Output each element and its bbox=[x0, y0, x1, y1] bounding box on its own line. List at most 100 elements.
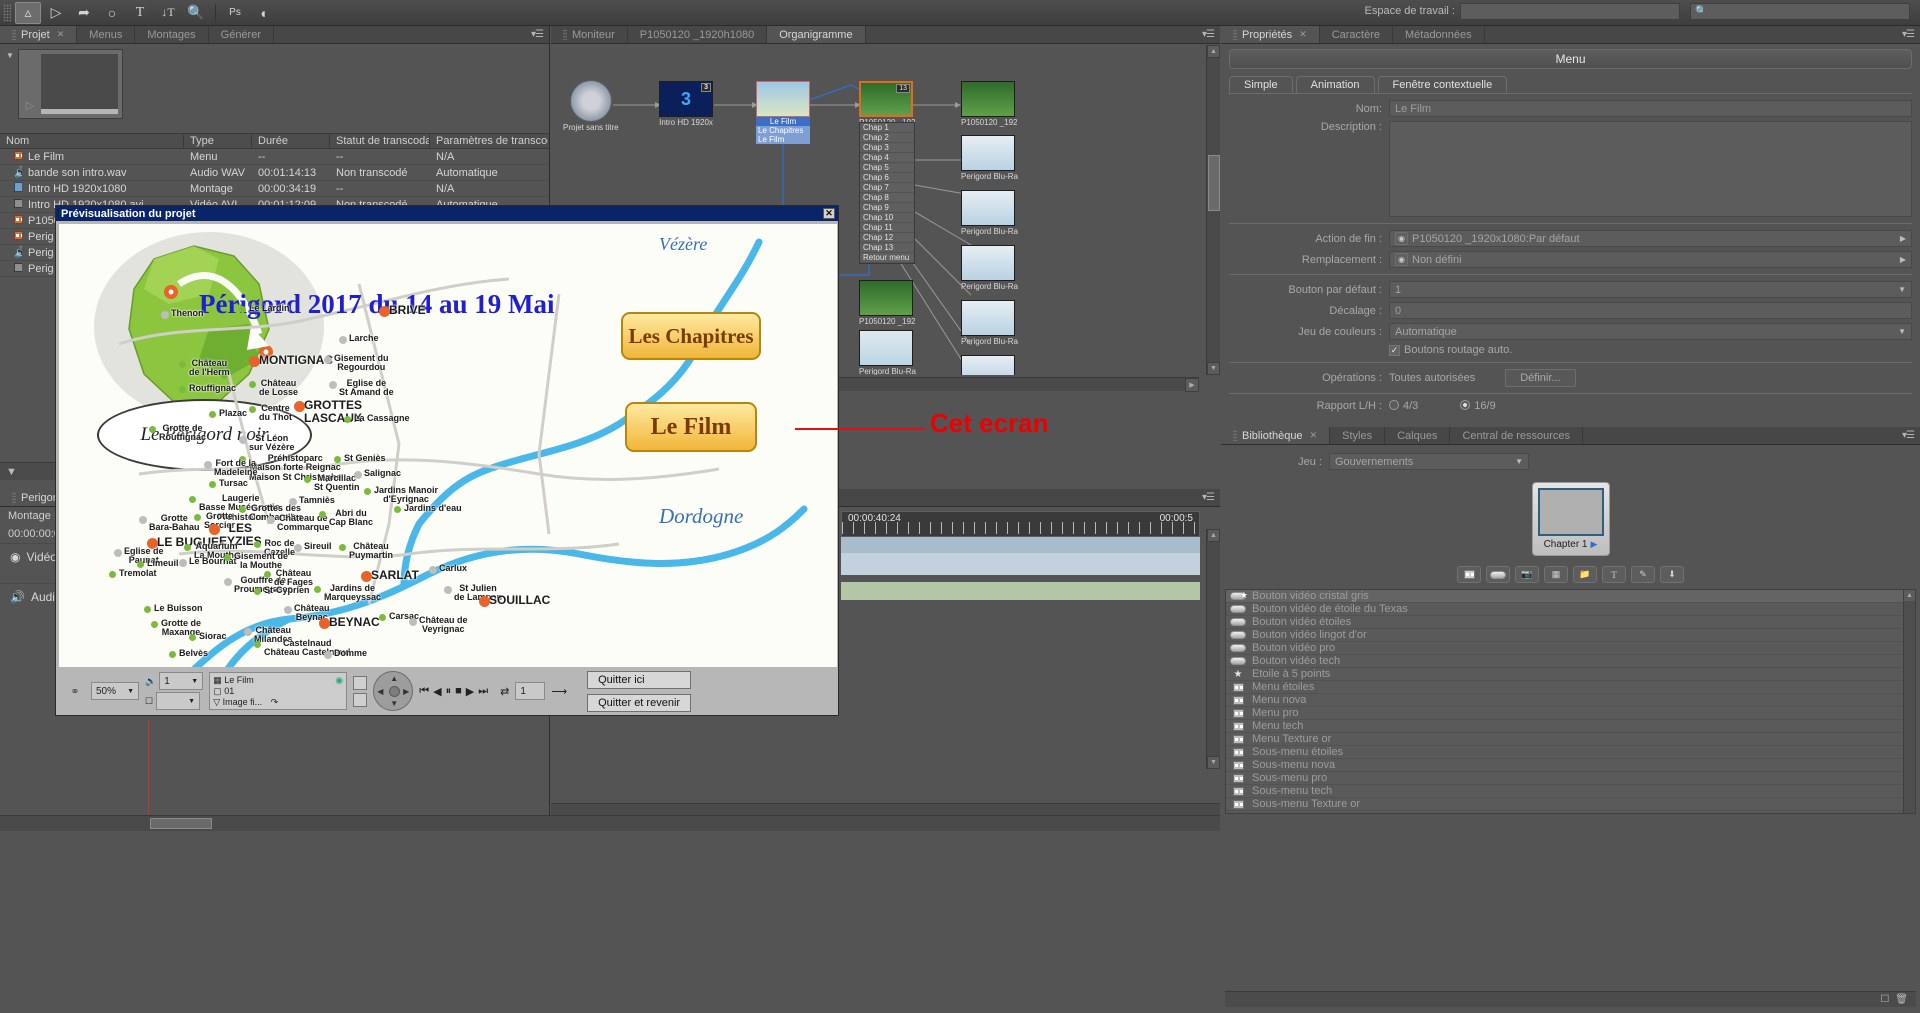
list-item[interactable]: Sous-menu étoiles bbox=[1226, 746, 1915, 759]
chapter-preview-card[interactable]: Chapter 1 ▶ bbox=[1532, 482, 1610, 556]
chapter-item[interactable]: Chap 4 bbox=[860, 153, 914, 163]
list-item[interactable]: Bouton vidéo pro bbox=[1226, 642, 1915, 655]
frame-input[interactable]: 1 bbox=[515, 682, 545, 700]
scroll-right-icon[interactable]: ▶ bbox=[1185, 378, 1199, 392]
workspace-select[interactable] bbox=[1460, 3, 1680, 20]
list-item[interactable]: Bouton vidéo tech bbox=[1226, 655, 1915, 668]
timeline-track-audio[interactable] bbox=[841, 582, 1200, 600]
chevron-down-icon[interactable]: ▼ bbox=[1515, 457, 1523, 466]
background-icon[interactable]: ▦ bbox=[1544, 566, 1568, 583]
chevron-right-icon[interactable]: ▶ bbox=[1900, 255, 1906, 264]
timeline-ruler[interactable]: 00:00:40:24 00:00:5 bbox=[841, 511, 1200, 537]
list-item[interactable]: Menu Texture or bbox=[1226, 733, 1915, 746]
play-icon[interactable]: ▶ bbox=[466, 685, 474, 698]
selection-tool-icon[interactable]: ▵ bbox=[15, 2, 41, 24]
flow-chapter-list[interactable]: Chap 1 Chap 2 Chap 3 Chap 4 Chap 5 Chap … bbox=[859, 122, 915, 264]
chapter-item[interactable]: Chap 1 bbox=[860, 123, 914, 133]
rotate-tool-icon[interactable]: ○ bbox=[99, 2, 125, 24]
col-params[interactable]: Paramètres de transcodage DVD bbox=[430, 133, 548, 149]
chapter-item[interactable]: Retour menu bbox=[860, 253, 914, 263]
jeu-select[interactable]: Gouvernements ▼ bbox=[1329, 453, 1529, 470]
table-row[interactable]: Intro HD 1920x1080 Montage 00:00:34:19 -… bbox=[0, 181, 549, 197]
flow-node-project[interactable]: Projet sans titre bbox=[563, 80, 619, 132]
bottom-scrollbar[interactable] bbox=[0, 815, 1220, 831]
timeline-vscrollbar[interactable]: ▲ ▼ bbox=[1206, 529, 1220, 769]
flow-node-p1050120[interactable]: 13 P1050120 _192 bbox=[859, 81, 916, 127]
tab-projet[interactable]: Projet ✕ bbox=[0, 26, 77, 43]
scroll-down-icon[interactable]: ▼ bbox=[1207, 362, 1220, 375]
stop-icon[interactable]: ■ bbox=[455, 685, 462, 697]
tab-organigramme[interactable]: Organigramme bbox=[767, 26, 865, 43]
download-icon[interactable]: ⬇ bbox=[1660, 566, 1684, 583]
flow-node-p1050120-b[interactable]: P1050120 _192 bbox=[859, 280, 916, 326]
play-icon[interactable]: ▷ bbox=[19, 50, 41, 118]
tab-p1050120[interactable]: P1050120 _1920h1080 bbox=[628, 26, 767, 43]
tab-menus[interactable]: Menus bbox=[77, 26, 135, 43]
flow-node-perigord-map[interactable]: Perigord Blu-Ra bbox=[859, 330, 916, 375]
flow-node-right-3[interactable]: Perigord Blu-Ra bbox=[961, 245, 1018, 291]
chapter-item[interactable]: Chap 12 bbox=[860, 233, 914, 243]
list-item[interactable]: Menu étoiles bbox=[1226, 681, 1915, 694]
panel-menu-icon[interactable]: ▾☰ bbox=[1202, 29, 1214, 40]
chevron-down-icon[interactable]: ▼ bbox=[127, 688, 134, 695]
quitter-et-revenir-button[interactable]: Quitter et revenir bbox=[587, 694, 691, 712]
pen-icon[interactable]: ✎ bbox=[1631, 566, 1655, 583]
list-item[interactable]: ★ Etoile à 5 points bbox=[1226, 668, 1915, 681]
scroll-thumb[interactable] bbox=[150, 818, 212, 829]
forward-icon[interactable]: ⟶ bbox=[551, 685, 567, 698]
preview-dialog[interactable]: Prévisualisation du projet ✕ Le Périgord… bbox=[55, 205, 839, 716]
table-row[interactable]: Le Film Menu -- -- N/A bbox=[0, 149, 549, 165]
vertical-text-tool-icon[interactable]: ↓T bbox=[155, 2, 181, 24]
scroll-up-icon[interactable]: ▲ bbox=[1207, 45, 1220, 58]
list-item[interactable]: Menu nova bbox=[1226, 694, 1915, 707]
down-icon[interactable]: ▼ bbox=[390, 699, 398, 708]
dialog-titlebar[interactable]: Prévisualisation du projet ✕ bbox=[56, 206, 838, 221]
list-item[interactable]: ★ Bouton vidéo cristal gris bbox=[1226, 590, 1915, 603]
search-input[interactable]: 🔍 bbox=[1690, 3, 1910, 20]
chapter-item[interactable]: Chap 5 bbox=[860, 163, 914, 173]
jeu-couleurs-select[interactable]: Automatique ▼ bbox=[1389, 323, 1912, 340]
close-icon[interactable]: ✕ bbox=[1299, 29, 1307, 40]
subtitle-row[interactable]: ☐ ▼ bbox=[145, 692, 203, 710]
menu-preview-canvas[interactable]: Le Périgord noir bbox=[59, 224, 837, 667]
tab-proprietes[interactable]: Propriétés ✕ bbox=[1221, 26, 1320, 43]
button-les-chapitres[interactable]: Les Chapitres bbox=[621, 312, 761, 360]
pause-icon[interactable]: ⏸ bbox=[446, 685, 452, 698]
flow-node-le-film[interactable]: Le Film Le Chapitres Le Film bbox=[756, 81, 810, 144]
timeline-track-video-head[interactable] bbox=[841, 537, 1200, 553]
dpad-navigation[interactable]: ▲ ▼ ◀ ▶ bbox=[373, 671, 413, 711]
aspect-button[interactable] bbox=[353, 676, 367, 690]
list-item[interactable]: Sous-menu tech bbox=[1226, 785, 1915, 798]
panel-menu-icon[interactable]: ▾☰ bbox=[531, 29, 543, 40]
enter-button[interactable] bbox=[389, 686, 400, 697]
toolbar-grip[interactable] bbox=[3, 4, 11, 22]
close-icon[interactable]: ✕ bbox=[823, 208, 835, 219]
close-icon[interactable]: ✕ bbox=[1310, 430, 1318, 441]
disclosure-triangle-icon[interactable]: ▼ bbox=[6, 51, 14, 116]
remplacement-select[interactable]: ◉ Non défini ▶ bbox=[1389, 251, 1912, 268]
definir-button[interactable]: Définir... bbox=[1505, 369, 1575, 387]
action-fin-select[interactable]: ◉ P1050120 _1920x1080:Par défaut ▶ bbox=[1389, 230, 1912, 247]
chapter-item[interactable]: Chap 8 bbox=[860, 193, 914, 203]
right-icon[interactable]: ▶ bbox=[403, 687, 409, 696]
rapport-option-4-3[interactable]: 4/3 bbox=[1389, 400, 1418, 412]
list-item[interactable]: Sous-menu pro bbox=[1226, 772, 1915, 785]
timeline-track-video[interactable] bbox=[841, 553, 1200, 575]
tab-metadonnees[interactable]: Métadonnées bbox=[1393, 26, 1485, 43]
chapter-item[interactable]: Chap 6 bbox=[860, 173, 914, 183]
photoshop-tool-icon[interactable]: Ps bbox=[222, 2, 248, 24]
flow-node-right-0[interactable]: P1050120 _192 bbox=[961, 81, 1018, 127]
trash-icon[interactable]: 🗑 bbox=[1895, 994, 1908, 1005]
bouton-defaut-select[interactable]: 1 ▼ bbox=[1389, 281, 1912, 298]
up-icon[interactable]: ▲ bbox=[390, 674, 398, 683]
list-item[interactable]: Sous-menu nova bbox=[1226, 759, 1915, 772]
radio-icon-selected[interactable] bbox=[1460, 400, 1470, 410]
nom-input[interactable]: Le Film bbox=[1389, 100, 1912, 117]
tab-montages[interactable]: Montages bbox=[135, 26, 208, 43]
col-type[interactable]: Type bbox=[184, 133, 252, 149]
chapter-item[interactable]: Chap 2 bbox=[860, 133, 914, 143]
menu-icon[interactable] bbox=[1457, 566, 1481, 583]
direct-select-tool-icon[interactable]: ▷ bbox=[43, 2, 69, 24]
decalage-input[interactable]: 0 bbox=[1389, 302, 1912, 319]
library-items-list[interactable]: ★ Bouton vidéo cristal gris Bouton vidéo… bbox=[1225, 589, 1916, 814]
